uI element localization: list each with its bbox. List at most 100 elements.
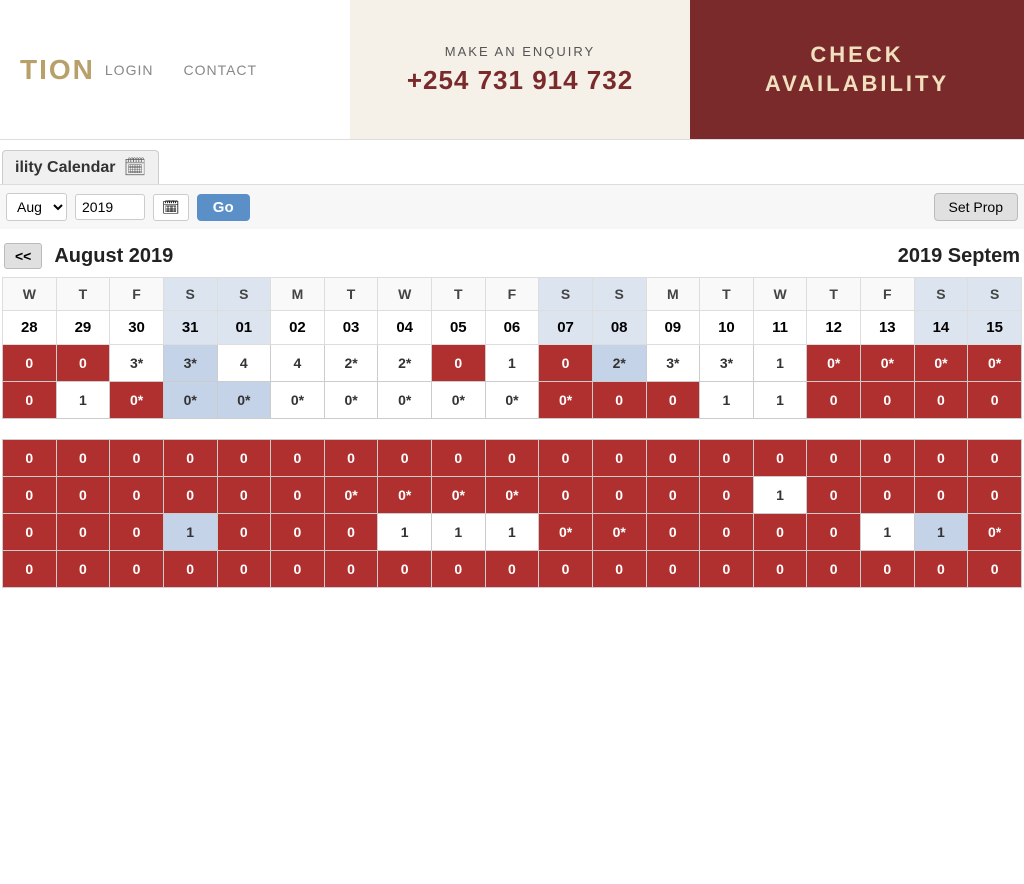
avail-cell: 0* — [861, 345, 915, 382]
avail-cell: 0 — [807, 382, 861, 419]
date-cell[interactable]: 12 — [807, 311, 861, 345]
avail-cell: 0 — [914, 440, 968, 477]
avail-cell: 0* — [217, 382, 271, 419]
day-header: T — [432, 278, 486, 311]
avail-cell: 0 — [861, 477, 915, 514]
avail-cell: 1 — [485, 514, 539, 551]
next-month-label: 2019 Septem — [898, 245, 1020, 268]
date-cell[interactable]: 04 — [378, 311, 432, 345]
day-header: F — [485, 278, 539, 311]
date-cell[interactable]: 05 — [432, 311, 486, 345]
avail-cell: 0 — [56, 345, 110, 382]
date-cell[interactable]: 08 — [592, 311, 646, 345]
avail-cell: 0* — [378, 382, 432, 419]
avail-cell: 0 — [753, 514, 807, 551]
avail-cell: 0 — [3, 514, 57, 551]
date-cell[interactable]: 09 — [646, 311, 700, 345]
avail-cell: 0 — [753, 551, 807, 588]
date-cell[interactable]: 01 — [217, 311, 271, 345]
date-cell[interactable]: 31 — [163, 311, 217, 345]
avail-cell: 0* — [324, 382, 378, 419]
avail-cell: 2* — [592, 345, 646, 382]
avail-cell: 0* — [432, 382, 486, 419]
day-header: W — [3, 278, 57, 311]
date-cell[interactable]: 11 — [753, 311, 807, 345]
avail-cell: 3* — [700, 345, 754, 382]
avail-cell: 0 — [968, 551, 1022, 588]
controls-row: JanFebMarApr MayJunJulAug SepOctNovDec 🗓… — [0, 184, 1024, 229]
avail-cell: 1 — [861, 514, 915, 551]
avail-cell: 0 — [485, 440, 539, 477]
logo-nav-area: TION LOGIN CONTACT — [0, 0, 350, 139]
avail-cell: 0* — [807, 345, 861, 382]
avail-cell: 0 — [485, 551, 539, 588]
avail-cell: 1 — [378, 514, 432, 551]
month-select[interactable]: JanFebMarApr MayJunJulAug SepOctNovDec — [6, 193, 67, 221]
date-cell[interactable]: 10 — [700, 311, 754, 345]
avail-cell: 0 — [217, 440, 271, 477]
date-cell[interactable]: 29 — [56, 311, 110, 345]
avail-cell: 0 — [432, 440, 486, 477]
avail-cell: 0 — [3, 477, 57, 514]
check-availability-section[interactable]: CHECKAVAILABILITY — [690, 0, 1024, 139]
avail-cell: 0 — [56, 551, 110, 588]
date-cell[interactable]: 14 — [914, 311, 968, 345]
avail-cell: 4 — [271, 345, 325, 382]
day-header: W — [378, 278, 432, 311]
avail-cell: 0 — [968, 440, 1022, 477]
calendar-wrapper: WTFSSMTWTFSSMTWTFSS 28293031010203040506… — [0, 277, 1024, 588]
go-button[interactable]: Go — [197, 194, 250, 221]
date-cell[interactable]: 13 — [861, 311, 915, 345]
avail-cell: 0 — [56, 440, 110, 477]
avail-cell: 0* — [914, 345, 968, 382]
calendar-title: ility Calendar — [15, 159, 115, 177]
avail-cell: 0 — [646, 440, 700, 477]
date-cell[interactable]: 03 — [324, 311, 378, 345]
nav-login[interactable]: LOGIN — [105, 62, 154, 78]
avail-cell: 0 — [110, 477, 164, 514]
set-property-button[interactable]: Set Prop — [934, 193, 1018, 221]
avail-cell: 1 — [753, 345, 807, 382]
avail-cell: 0* — [432, 477, 486, 514]
day-header: S — [163, 278, 217, 311]
avail-cell: 0 — [700, 514, 754, 551]
avail-cell: 0 — [807, 514, 861, 551]
date-cell[interactable]: 30 — [110, 311, 164, 345]
avail-cell: 0 — [271, 440, 325, 477]
avail-cell: 1 — [700, 382, 754, 419]
avail-cell: 0 — [324, 551, 378, 588]
avail-cell: 0 — [271, 551, 325, 588]
calendar-grid: WTFSSMTWTFSSMTWTFSS 28293031010203040506… — [2, 277, 1022, 419]
avail-cell: 0 — [646, 551, 700, 588]
date-cell[interactable]: 02 — [271, 311, 325, 345]
day-header: S — [217, 278, 271, 311]
avail-cell: 0 — [110, 551, 164, 588]
avail-cell: 0 — [217, 514, 271, 551]
date-cell[interactable]: 15 — [968, 311, 1022, 345]
enquiry-label: MAKE AN ENQUIRY — [445, 44, 595, 59]
avail-cell: 3* — [110, 345, 164, 382]
day-header: F — [110, 278, 164, 311]
year-input[interactable] — [75, 194, 145, 220]
date-cell[interactable]: 07 — [539, 311, 593, 345]
avail-cell: 0* — [271, 382, 325, 419]
avail-cell: 0* — [324, 477, 378, 514]
nav-contact[interactable]: CONTACT — [183, 62, 257, 78]
calendar-section: ility Calendar 🗓 JanFebMarApr MayJunJulA… — [0, 140, 1024, 588]
prev-month-button[interactable]: << — [4, 243, 42, 269]
day-header: W — [753, 278, 807, 311]
avail-cell: 0 — [163, 477, 217, 514]
date-cell[interactable]: 28 — [3, 311, 57, 345]
day-header: T — [807, 278, 861, 311]
avail-cell: 4 — [217, 345, 271, 382]
avail-cell: 0* — [163, 382, 217, 419]
avail-cell: 0 — [592, 477, 646, 514]
avail-cell: 0 — [592, 440, 646, 477]
avail-cell: 0 — [378, 440, 432, 477]
calendar-picker-button[interactable]: 🗓 — [153, 194, 189, 221]
avail-cell: 0 — [3, 440, 57, 477]
avail-cell: 0 — [968, 382, 1022, 419]
date-cell[interactable]: 06 — [485, 311, 539, 345]
calendar-nav-row: << August 2019 2019 Septem — [0, 235, 1024, 277]
avail-cell: 1 — [914, 514, 968, 551]
